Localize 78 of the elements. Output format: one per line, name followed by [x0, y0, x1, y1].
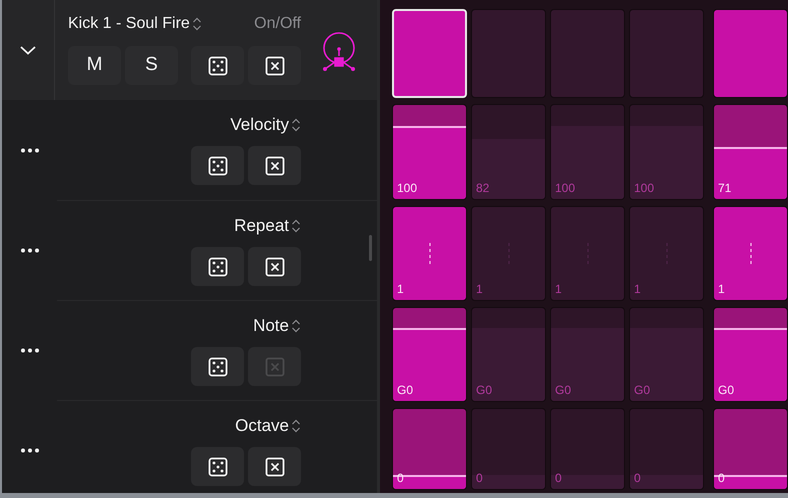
step-value: 0 [555, 470, 562, 487]
on-off-label: On/Off [253, 14, 301, 34]
more-icon[interactable] [20, 148, 40, 152]
dice-icon [208, 56, 228, 76]
parameter-label[interactable]: Repeat [234, 213, 289, 239]
step-value: G0 [634, 382, 650, 399]
up-down-chevron-icon [291, 319, 301, 333]
clear-icon [264, 456, 284, 476]
step-pad[interactable]: 1 [471, 206, 546, 301]
track-name[interactable]: Kick 1 - Soul Fire [68, 12, 190, 36]
parameter-label[interactable]: Note [253, 313, 289, 339]
dice-icon [208, 156, 228, 176]
step-pad[interactable]: G0 [471, 307, 546, 402]
step-pad[interactable]: 1 [629, 206, 704, 301]
step-value: 100 [397, 180, 418, 197]
repeat-divider-icon [429, 243, 431, 265]
step-value: G0 [555, 382, 572, 399]
clear-button[interactable] [248, 46, 301, 85]
step-pad[interactable]: 1 [550, 206, 625, 301]
randomize-button[interactable] [191, 247, 244, 286]
step-pad[interactable]: 0 [550, 408, 625, 490]
more-icon[interactable] [20, 348, 40, 352]
step-pad[interactable]: 0 [471, 408, 546, 490]
step-pad[interactable]: 82 [471, 104, 546, 200]
clear-icon [264, 56, 284, 76]
up-down-chevron-icon [291, 419, 301, 433]
step-pad[interactable]: 100 [392, 104, 467, 200]
step-pad[interactable]: G0 [392, 307, 467, 402]
step-pad[interactable]: 0 [629, 408, 704, 490]
randomize-button[interactable] [191, 347, 244, 386]
clear-button[interactable] [248, 146, 301, 185]
step-value: 1 [718, 281, 725, 298]
step-value: 1 [397, 281, 404, 298]
step-value: 0 [476, 470, 483, 487]
step-pad[interactable]: G0 [713, 307, 788, 402]
step-pad[interactable]: 1 [713, 206, 788, 301]
step-value: G0 [397, 382, 414, 399]
parameter-label[interactable]: Octave [235, 413, 289, 439]
step-value: G0 [476, 382, 492, 399]
randomize-button[interactable] [191, 146, 244, 185]
randomize-button[interactable] [191, 46, 244, 85]
clear-icon [264, 156, 284, 176]
more-icon[interactable] [20, 448, 40, 452]
drum-icon [321, 32, 357, 74]
solo-button[interactable]: S [125, 46, 178, 85]
clear-icon [264, 256, 284, 276]
clear-button[interactable] [248, 447, 301, 486]
step-value: 0 [634, 470, 641, 487]
step-pad[interactable]: G0 [629, 307, 704, 402]
step-pad[interactable]: 100 [629, 104, 704, 200]
step-value: 71 [718, 180, 732, 197]
up-down-chevron-icon [291, 219, 301, 233]
dice-icon [208, 356, 228, 376]
repeat-divider-icon [750, 243, 752, 265]
up-down-chevron-icon [192, 17, 202, 31]
clear-icon [264, 356, 284, 376]
step-value: 1 [634, 281, 641, 298]
collapse-chevron-icon[interactable] [19, 45, 37, 55]
up-down-chevron-icon [291, 118, 301, 132]
dice-icon [208, 456, 228, 476]
more-icon[interactable] [20, 248, 40, 252]
step-value: 100 [634, 180, 654, 197]
step-value: 1 [476, 281, 483, 298]
step-pad[interactable]: 100 [550, 104, 625, 200]
step-pad[interactable]: 1 [392, 206, 467, 301]
step-value: 82 [476, 180, 490, 197]
step-pad[interactable]: 71 [713, 104, 788, 200]
step-value: G0 [718, 382, 734, 399]
step-pad[interactable]: G0 [550, 307, 625, 402]
mute-button[interactable]: M [68, 46, 121, 85]
step-value: 1 [555, 281, 562, 298]
step-pad[interactable] [713, 9, 788, 98]
scrollbar[interactable] [369, 235, 372, 261]
clear-button[interactable] [248, 247, 301, 286]
dice-icon [208, 256, 228, 276]
step-value: 100 [555, 180, 576, 197]
randomize-button[interactable] [191, 447, 244, 486]
parameter-label[interactable]: Velocity [230, 112, 289, 138]
